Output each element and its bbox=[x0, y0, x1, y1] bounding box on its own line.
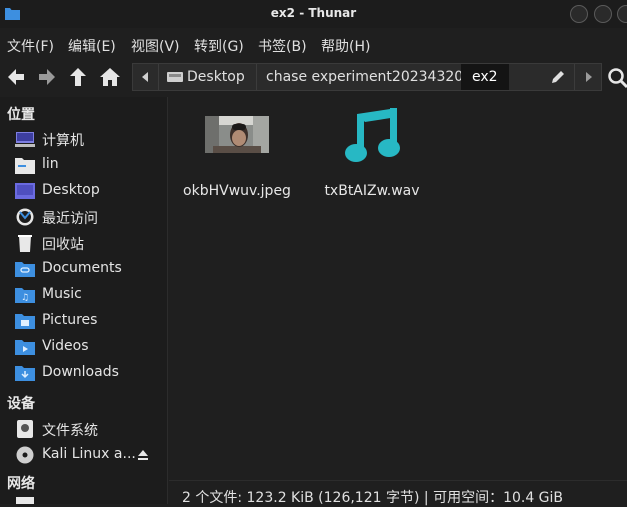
search-icon[interactable] bbox=[607, 67, 627, 89]
sidebar-item-pictures[interactable]: Pictures bbox=[15, 310, 165, 332]
sidebar-header-devices: 设备 bbox=[7, 396, 35, 412]
status-text: 2 个文件: 123.2 KiB (126,121 字节) | 可用空间：10.… bbox=[182, 490, 564, 506]
menu-bar: 文件(F) 编辑(E) 视图(V) 转到(G) 书签(B) 帮助(H) bbox=[0, 30, 627, 58]
recent-icon bbox=[16, 208, 34, 226]
sidebar-item-videos[interactable]: Videos bbox=[15, 336, 165, 358]
path-label: ex2 bbox=[472, 69, 498, 85]
breadcrumb: Desktop chase experiment20234320 ex2 bbox=[132, 63, 602, 91]
computer-icon bbox=[15, 132, 35, 147]
image-thumbnail bbox=[205, 116, 269, 153]
sidebar: 位置 计算机 lin Desktop 最近访问 回收站 Documents ♫ … bbox=[0, 97, 168, 504]
filesystem-icon bbox=[17, 420, 33, 438]
sidebar-item-label: Downloads bbox=[42, 364, 119, 380]
svg-text:♫: ♫ bbox=[21, 293, 29, 303]
sidebar-header-places: 位置 bbox=[7, 107, 35, 123]
optical-disc-icon bbox=[16, 446, 34, 464]
music-folder-icon: ♫ bbox=[15, 288, 35, 303]
downloads-folder-icon bbox=[15, 366, 35, 381]
sidebar-item-label: 计算机 bbox=[42, 133, 84, 149]
path-item-ex2[interactable]: ex2 bbox=[461, 64, 509, 90]
sidebar-item-label: Videos bbox=[42, 338, 89, 354]
sidebar-item-label: Pictures bbox=[42, 312, 98, 328]
file-item-jpeg[interactable]: okbHVwuv.jpeg bbox=[177, 110, 297, 220]
home-icon[interactable] bbox=[99, 66, 121, 88]
sidebar-header-network: 网络 bbox=[7, 476, 35, 492]
sidebar-item-documents[interactable]: Documents bbox=[15, 258, 165, 280]
forward-arrow-icon[interactable] bbox=[36, 66, 58, 88]
sidebar-item-kali-disc[interactable]: Kali Linux a... bbox=[15, 444, 165, 466]
menu-bookmarks[interactable]: 书签(B) bbox=[258, 36, 307, 56]
menu-view[interactable]: 视图(V) bbox=[131, 36, 180, 56]
network-icon[interactable] bbox=[15, 495, 35, 504]
close-button[interactable] bbox=[617, 5, 627, 23]
window-title: ex2 - Thunar bbox=[270, 6, 357, 20]
scroll-right-icon[interactable] bbox=[585, 72, 593, 82]
sidebar-item-trash[interactable]: 回收站 bbox=[15, 232, 165, 254]
sidebar-item-downloads[interactable]: Downloads bbox=[15, 362, 165, 384]
sidebar-item-computer[interactable]: 计算机 bbox=[15, 128, 165, 150]
sidebar-item-label: 回收站 bbox=[42, 237, 84, 253]
path-item-desktop[interactable]: Desktop bbox=[159, 64, 256, 90]
menu-edit[interactable]: 编辑(E) bbox=[68, 36, 116, 56]
path-label: Desktop bbox=[187, 69, 245, 85]
menu-help[interactable]: 帮助(H) bbox=[321, 36, 370, 56]
file-name: okbHVwuv.jpeg bbox=[183, 183, 291, 199]
sidebar-item-label: Kali Linux a... bbox=[42, 446, 136, 462]
sidebar-item-label: lin bbox=[42, 156, 59, 172]
sidebar-item-label: 最近访问 bbox=[42, 211, 98, 227]
sidebar-item-music[interactable]: ♫ Music bbox=[15, 284, 165, 306]
path-separator bbox=[574, 64, 575, 90]
pictures-folder-icon bbox=[15, 314, 35, 329]
toolbar: Desktop chase experiment20234320 ex2 bbox=[0, 59, 627, 97]
sidebar-item-recent[interactable]: 最近访问 bbox=[15, 206, 165, 228]
file-item-wav[interactable]: txBtAIZw.wav bbox=[312, 108, 432, 220]
menu-file[interactable]: 文件(F) bbox=[7, 36, 54, 56]
back-arrow-icon[interactable] bbox=[5, 66, 27, 88]
sidebar-item-label: Desktop bbox=[42, 182, 100, 198]
minimize-button[interactable] bbox=[570, 5, 588, 23]
sidebar-item-lin[interactable]: lin bbox=[15, 154, 165, 176]
edit-location-icon[interactable] bbox=[551, 70, 565, 84]
documents-folder-icon bbox=[15, 262, 35, 277]
sidebar-item-filesystem[interactable]: 文件系统 bbox=[15, 418, 165, 440]
sidebar-item-label: 文件系统 bbox=[42, 423, 98, 439]
path-item-chase-experiment[interactable]: chase experiment20234320 bbox=[257, 64, 464, 90]
path-label: chase experiment20234320 bbox=[266, 69, 464, 85]
scroll-left-icon[interactable] bbox=[141, 72, 149, 82]
drive-icon bbox=[167, 72, 183, 82]
videos-folder-icon bbox=[15, 340, 35, 355]
home-folder-icon bbox=[15, 158, 35, 174]
music-note-icon bbox=[345, 108, 400, 162]
status-bar: 2 个文件: 123.2 KiB (126,121 字节) | 可用空间：10.… bbox=[169, 480, 627, 506]
sidebar-item-label: Documents bbox=[42, 260, 122, 276]
up-arrow-icon[interactable] bbox=[67, 66, 89, 88]
desktop-folder-icon bbox=[15, 183, 35, 199]
maximize-button[interactable] bbox=[594, 5, 612, 23]
sidebar-item-desktop[interactable]: Desktop bbox=[15, 180, 165, 202]
eject-icon[interactable] bbox=[137, 449, 149, 461]
sidebar-item-label: Music bbox=[42, 286, 82, 302]
trash-icon bbox=[18, 235, 32, 252]
title-bar: ex2 - Thunar bbox=[0, 0, 627, 28]
file-name: txBtAIZw.wav bbox=[324, 183, 420, 199]
menu-go[interactable]: 转到(G) bbox=[194, 36, 244, 56]
file-view: okbHVwuv.jpeg txBtAIZw.wav bbox=[169, 97, 627, 480]
